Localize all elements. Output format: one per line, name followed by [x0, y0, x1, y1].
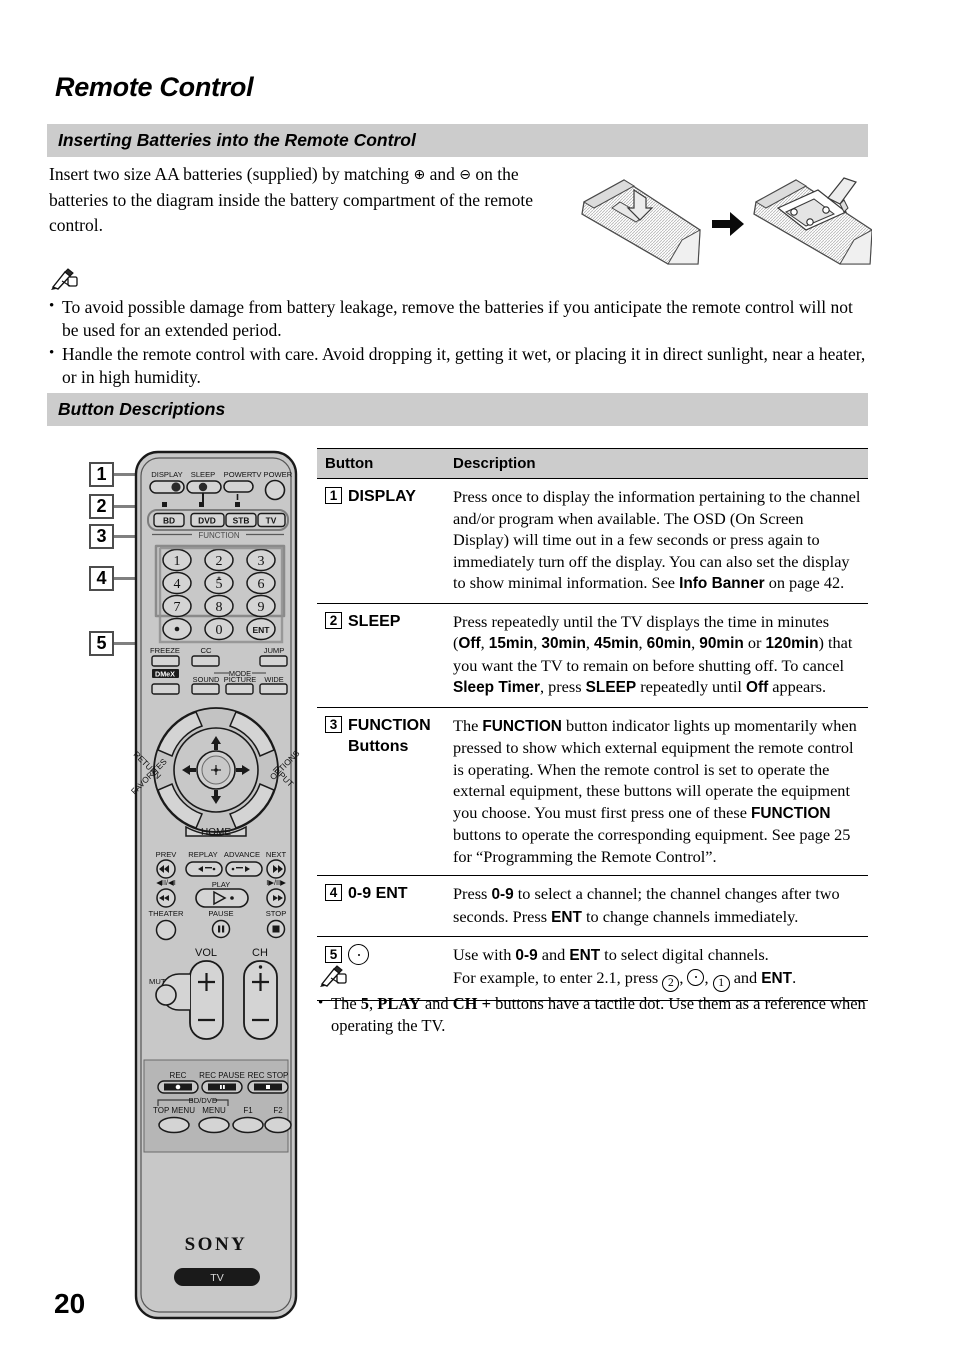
note-pencil-icon	[318, 965, 348, 987]
description-cell: Press once to display the information pe…	[445, 478, 868, 604]
svg-text:BD/DVD: BD/DVD	[189, 1096, 218, 1105]
button-label: DISPLAY	[348, 488, 416, 505]
svg-text:NEXT: NEXT	[266, 850, 287, 859]
battery-insertion-diagram	[572, 168, 873, 273]
svg-text:MENU: MENU	[202, 1106, 226, 1115]
svg-text:8: 8	[216, 600, 223, 615]
svg-text:REC STOP: REC STOP	[248, 1071, 289, 1080]
column-header-description: Description	[445, 448, 868, 479]
svg-text:3: 3	[258, 554, 265, 569]
section-heading-button-descriptions: Button Descriptions	[47, 393, 868, 426]
intro-text-part-2: and	[425, 164, 460, 184]
callout-badge: 5	[325, 946, 342, 963]
page-number: 20	[54, 1288, 86, 1319]
note-pencil-icon	[49, 268, 79, 290]
svg-text:FUNCTION: FUNCTION	[198, 531, 240, 540]
callout-badge: 2	[325, 611, 342, 629]
description-cell: Press 0-9 to select a channel; the chann…	[445, 875, 868, 937]
note-list: To avoid possible damage from battery le…	[49, 295, 869, 389]
svg-text:TV POWER: TV POWER	[252, 470, 293, 479]
button-cell: 3 FUNCTION Buttons	[317, 707, 445, 876]
svg-text:9: 9	[258, 600, 265, 615]
svg-text:7: 7	[174, 600, 181, 615]
table-row: 4 0-9 ENT Press 0-9 to select a channel; …	[317, 875, 868, 937]
svg-text:REC: REC	[170, 1071, 187, 1080]
note-item: To avoid possible damage from battery le…	[49, 295, 869, 342]
svg-text:I▶/II▶: I▶/II▶	[266, 878, 286, 887]
svg-text:STB: STB	[233, 516, 250, 526]
button-label: FUNCTION Buttons	[348, 716, 431, 756]
button-label: SLEEP	[348, 612, 401, 630]
table-row: 3 FUNCTION Buttons The FUNCTION button in…	[317, 707, 868, 876]
svg-text:1: 1	[174, 554, 181, 569]
svg-text:JUMP: JUMP	[264, 646, 285, 655]
svg-text:◀II/◀I: ◀II/◀I	[156, 878, 176, 887]
plus-symbol-icon: ⊕	[413, 167, 426, 183]
button-cell: 2 SLEEP	[317, 603, 445, 708]
svg-text:HOME: HOME	[201, 827, 231, 838]
svg-text:0: 0	[216, 623, 223, 638]
button-cell: 4 0-9 ENT	[317, 875, 445, 937]
table-row: 1 DISPLAY Press once to display the infor…	[317, 478, 868, 604]
note-item: The 5, PLAY and CH + buttons have a tact…	[318, 992, 868, 1037]
svg-text:PREV: PREV	[156, 850, 178, 859]
svg-text:SLEEP: SLEEP	[191, 470, 215, 479]
callout-badge: 3	[325, 715, 342, 733]
svg-text:THEATER: THEATER	[149, 909, 184, 918]
note-item: Handle the remote control with care. Avo…	[49, 342, 869, 389]
svg-text:ENT: ENT	[253, 625, 271, 635]
svg-text:TOP MENU: TOP MENU	[153, 1106, 195, 1115]
svg-text:4: 4	[174, 577, 181, 592]
description-cell: Press repeatedly until the TV displays t…	[445, 603, 868, 708]
svg-text:2: 2	[216, 554, 223, 569]
svg-text:TV: TV	[210, 1272, 223, 1284]
dot-button-icon	[348, 944, 369, 965]
button-descriptions-table: Button Description 1 DISPLAY Press once t…	[317, 448, 868, 1001]
column-header-button: Button	[317, 448, 445, 479]
svg-text:PAUSE: PAUSE	[208, 909, 233, 918]
svg-text:DMeX: DMeX	[155, 669, 175, 678]
button-label: 0-9 ENT	[348, 885, 408, 902]
svg-text:6: 6	[258, 577, 265, 592]
svg-text:TV: TV	[266, 516, 277, 526]
button-cell: 1 DISPLAY	[317, 478, 445, 604]
svg-text:CC: CC	[201, 646, 212, 655]
remote-control-diagram: DISPLAY SLEEP POWER TV POWER BD DVD STB …	[86, 450, 302, 1320]
svg-text:STOP: STOP	[266, 909, 287, 918]
section-heading-inserting-batteries: Inserting Batteries into the Remote Cont…	[47, 124, 868, 157]
svg-text:DISPLAY: DISPLAY	[151, 470, 183, 479]
svg-text:FREEZE: FREEZE	[150, 646, 180, 655]
svg-text:VOL: VOL	[195, 947, 217, 959]
table-header-row: Button Description	[317, 448, 868, 479]
svg-text:CH: CH	[252, 947, 268, 959]
svg-text:POWER: POWER	[224, 470, 253, 479]
callout-badge: 4	[325, 884, 342, 901]
svg-text:PICTURE: PICTURE	[224, 675, 257, 684]
intro-text-part-1: Insert two size AA batteries (supplied) …	[49, 164, 414, 184]
svg-text:REPLAY: REPLAY	[188, 850, 217, 859]
callout-badge: 1	[325, 487, 342, 504]
svg-text:F1: F1	[243, 1106, 253, 1115]
svg-text:SOUND: SOUND	[193, 675, 220, 684]
minus-symbol-icon: ⊖	[459, 167, 472, 183]
svg-text:WIDE: WIDE	[264, 675, 283, 684]
svg-text:DVD: DVD	[198, 516, 216, 526]
svg-text:PLAY: PLAY	[212, 880, 230, 889]
battery-intro-paragraph: Insert two size AA batteries (supplied) …	[49, 162, 569, 238]
table-row: 2 SLEEP Press repeatedly until the TV dis…	[317, 603, 868, 708]
svg-text:F2: F2	[273, 1106, 283, 1115]
description-cell: The FUNCTION button indicator lights up …	[445, 707, 868, 876]
svg-text:REC PAUSE: REC PAUSE	[199, 1071, 245, 1080]
note-list: The 5, PLAY and CH + buttons have a tact…	[318, 992, 868, 1037]
page-title: Remote Control	[55, 72, 254, 102]
svg-text:SONY: SONY	[185, 1234, 248, 1255]
note-block-battery: To avoid possible damage from battery le…	[49, 268, 869, 390]
svg-text:BD: BD	[163, 516, 175, 526]
svg-text:ADVANCE: ADVANCE	[224, 850, 260, 859]
note-block-tactile-dot: The 5, PLAY and CH + buttons have a tact…	[318, 965, 868, 1038]
